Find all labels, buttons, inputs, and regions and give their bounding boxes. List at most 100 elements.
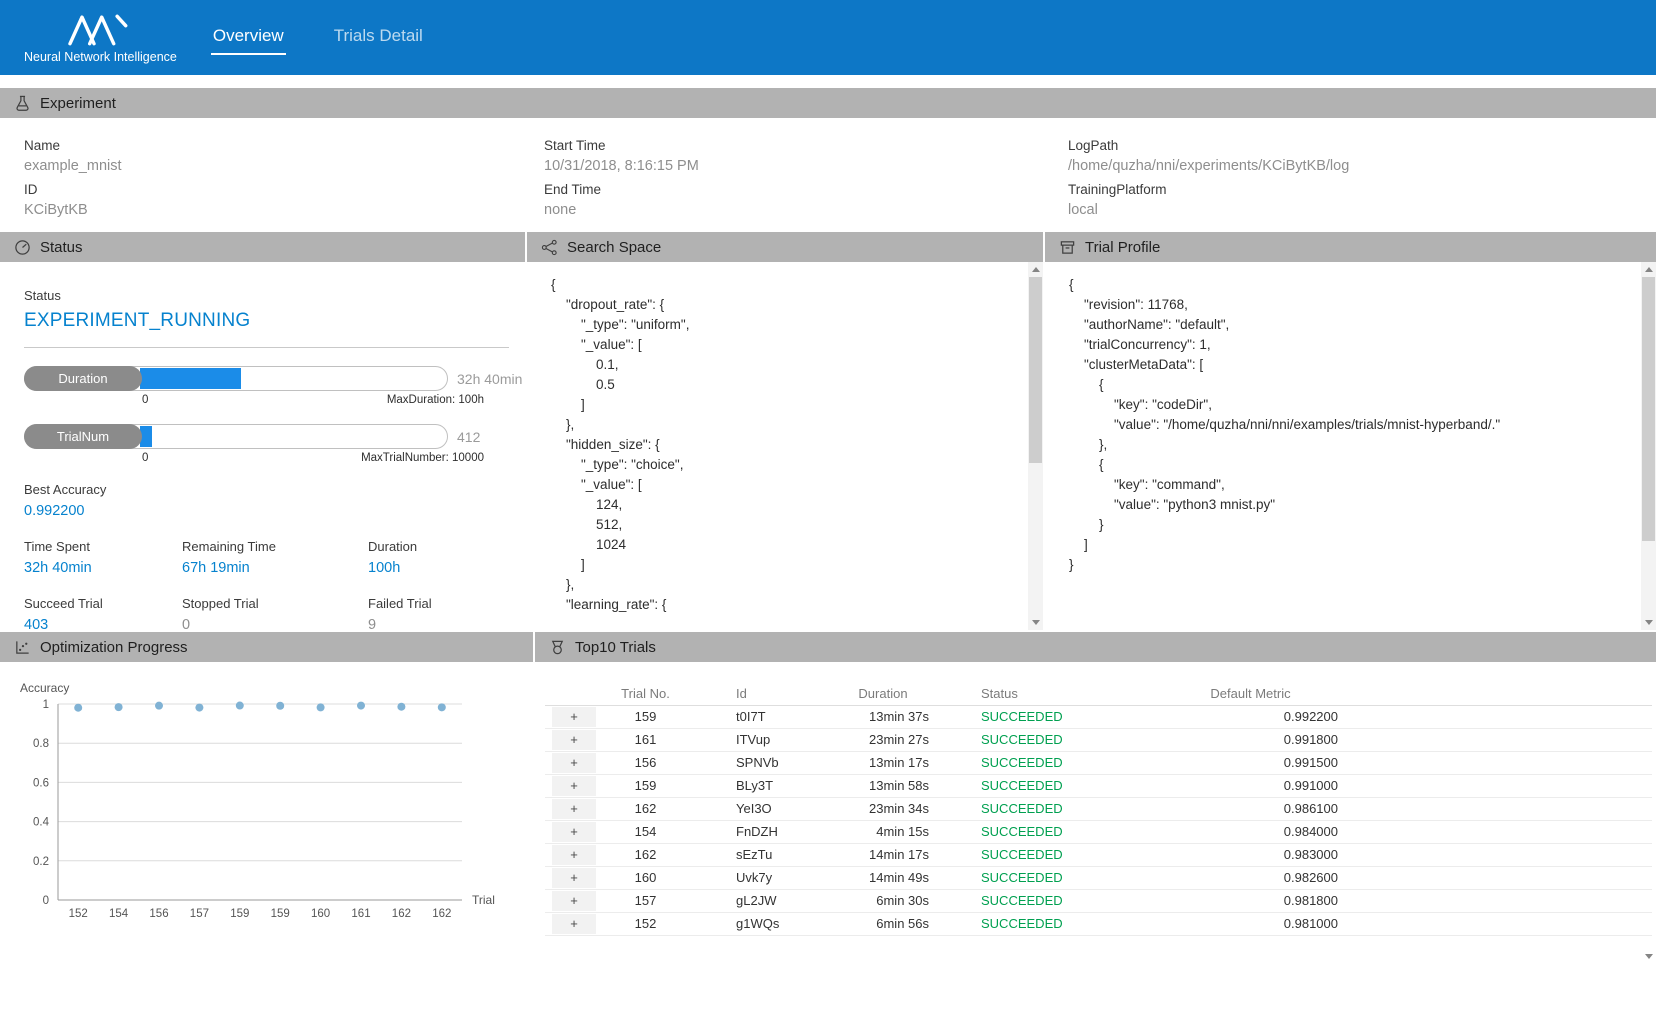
duration-scale: 0 MaxDuration: 100h: [142, 394, 484, 406]
trialnum-scale: 0 MaxTrialNumber: 10000: [142, 452, 484, 464]
duration-max: MaxDuration: 100h: [387, 394, 484, 406]
expand-row-button[interactable]: +: [552, 845, 596, 865]
medal-icon: [549, 639, 566, 656]
svg-text:0: 0: [43, 895, 49, 907]
duration-value: 100h: [368, 560, 509, 576]
chart-data-point: [317, 703, 325, 711]
svg-text:0.6: 0.6: [33, 777, 49, 789]
time-spent-value: 32h 40min: [24, 560, 182, 576]
expand-row-button[interactable]: +: [552, 868, 596, 888]
scrollbar-track[interactable]: [1028, 277, 1043, 615]
trial-no: 156: [603, 751, 688, 774]
top10-trials-panel: Top10 Trials Trial No. Id Duration Statu…: [535, 632, 1656, 970]
experiment-status-value: EXPERIMENT_RUNNING: [24, 310, 509, 332]
trial-no: 162: [603, 843, 688, 866]
succeed-trial-value: 403: [24, 617, 182, 633]
optimization-progress-panel: Optimization Progress 00.20.40.60.811521…: [0, 632, 533, 970]
search-space-title: Search Space: [567, 239, 661, 256]
row-filler: [1378, 866, 1652, 889]
training-platform-value: local: [1068, 202, 1656, 218]
trial-status: SUCCEEDED: [933, 843, 1123, 866]
duration-min: 0: [142, 394, 148, 406]
expander-cell: +: [545, 774, 603, 797]
trialnum-progress: TrialNum 412: [24, 424, 509, 449]
tab-overview[interactable]: Overview: [211, 20, 286, 55]
filler-column-header: [1378, 682, 1652, 705]
status-stats-grid: Time Spent 32h 40min Remaining Time 67h …: [24, 539, 509, 633]
trial-id: gL2JW: [688, 889, 833, 912]
nni-logo[interactable]: Neural Network Intelligence: [24, 12, 177, 64]
expand-row-button[interactable]: +: [552, 799, 596, 819]
trial-default-metric: 0.986100: [1123, 797, 1378, 820]
trial-duration: 13min 17s: [833, 751, 933, 774]
expand-row-button[interactable]: +: [552, 753, 596, 773]
trial-status: SUCCEEDED: [933, 889, 1123, 912]
expand-row-button[interactable]: +: [552, 707, 596, 727]
row-filler: [1378, 751, 1652, 774]
failed-trial-value: 9: [368, 617, 509, 633]
succeed-trial-label: Succeed Trial: [24, 596, 182, 611]
expand-row-button[interactable]: +: [552, 730, 596, 750]
expand-row-button[interactable]: +: [552, 822, 596, 842]
trial-no-column-header: Trial No.: [603, 682, 688, 705]
trialnum-min: 0: [142, 452, 148, 464]
scrollbar-thumb[interactable]: [1029, 277, 1042, 463]
chart-data-point: [155, 702, 163, 710]
trial-no: 161: [603, 728, 688, 751]
trial-row: +159BLy3T13min 58sSUCCEEDED0.991000: [545, 774, 1652, 797]
expand-row-button[interactable]: +: [552, 914, 596, 934]
search-space-panel: Search Space { "dropout_rate": { "_type"…: [527, 232, 1043, 630]
scroll-up-icon[interactable]: [1641, 262, 1656, 277]
top10-trials-title: Top10 Trials: [575, 639, 656, 656]
trial-row: +156SPNVb13min 17sSUCCEEDED0.991500: [545, 751, 1652, 774]
trial-default-metric: 0.991000: [1123, 774, 1378, 797]
trial-duration: 6min 30s: [833, 889, 933, 912]
trial-status: SUCCEEDED: [933, 705, 1123, 728]
failed-trial-label: Failed Trial: [368, 596, 509, 611]
page-scrollbar-down-arrow[interactable]: [1641, 948, 1656, 964]
trial-default-metric: 0.981800: [1123, 889, 1378, 912]
svg-text:Accuracy: Accuracy: [20, 681, 69, 695]
trialnum-bar-label: TrialNum: [24, 424, 142, 449]
trial-no: 159: [603, 705, 688, 728]
scroll-down-icon[interactable]: [1641, 615, 1656, 630]
row-filler: [1378, 889, 1652, 912]
tab-trials-detail[interactable]: Trials Detail: [332, 20, 425, 55]
trial-profile-section-header: Trial Profile: [1045, 232, 1656, 262]
trial-status: SUCCEEDED: [933, 751, 1123, 774]
trial-profile-panel: Trial Profile { "revision": 11768, "auth…: [1045, 232, 1656, 630]
scrollbar-track[interactable]: [1641, 277, 1656, 615]
row-filler: [1378, 705, 1652, 728]
scroll-down-icon[interactable]: [1028, 615, 1043, 630]
trial-default-metric: 0.991800: [1123, 728, 1378, 751]
trial-default-metric: 0.984000: [1123, 820, 1378, 843]
row-filler: [1378, 820, 1652, 843]
svg-text:161: 161: [351, 908, 370, 920]
expander-cell: +: [545, 912, 603, 935]
trial-profile-scrollbar[interactable]: [1641, 262, 1656, 630]
svg-text:0.4: 0.4: [33, 817, 50, 829]
duration-progress: Duration 32h 40min: [24, 366, 509, 391]
duration-column-header: Duration: [833, 682, 933, 705]
duration-elapsed-value: 32h 40min: [457, 371, 522, 387]
scrollbar-thumb[interactable]: [1642, 277, 1655, 541]
expander-cell: +: [545, 820, 603, 843]
start-time-label: Start Time: [544, 138, 1044, 153]
expand-row-button[interactable]: +: [552, 776, 596, 796]
duration-label: Duration: [368, 539, 509, 554]
trial-status: SUCCEEDED: [933, 774, 1123, 797]
status-title: Status: [40, 239, 83, 256]
expander-cell: +: [545, 843, 603, 866]
experiment-fields: Name example_mnist ID KCiBytKB Start Tim…: [0, 118, 1656, 230]
best-accuracy-value: 0.992200: [24, 503, 509, 519]
trial-no: 159: [603, 774, 688, 797]
trial-row: +154FnDZH4min 15sSUCCEEDED0.984000: [545, 820, 1652, 843]
stopped-trial-value: 0: [182, 617, 368, 633]
scroll-up-icon[interactable]: [1028, 262, 1043, 277]
search-space-scrollbar[interactable]: [1028, 262, 1043, 630]
trial-default-metric: 0.983000: [1123, 843, 1378, 866]
svg-text:159: 159: [271, 908, 290, 920]
chart-data-point: [357, 702, 365, 710]
expand-row-button[interactable]: +: [552, 891, 596, 911]
svg-text:162: 162: [392, 908, 411, 920]
